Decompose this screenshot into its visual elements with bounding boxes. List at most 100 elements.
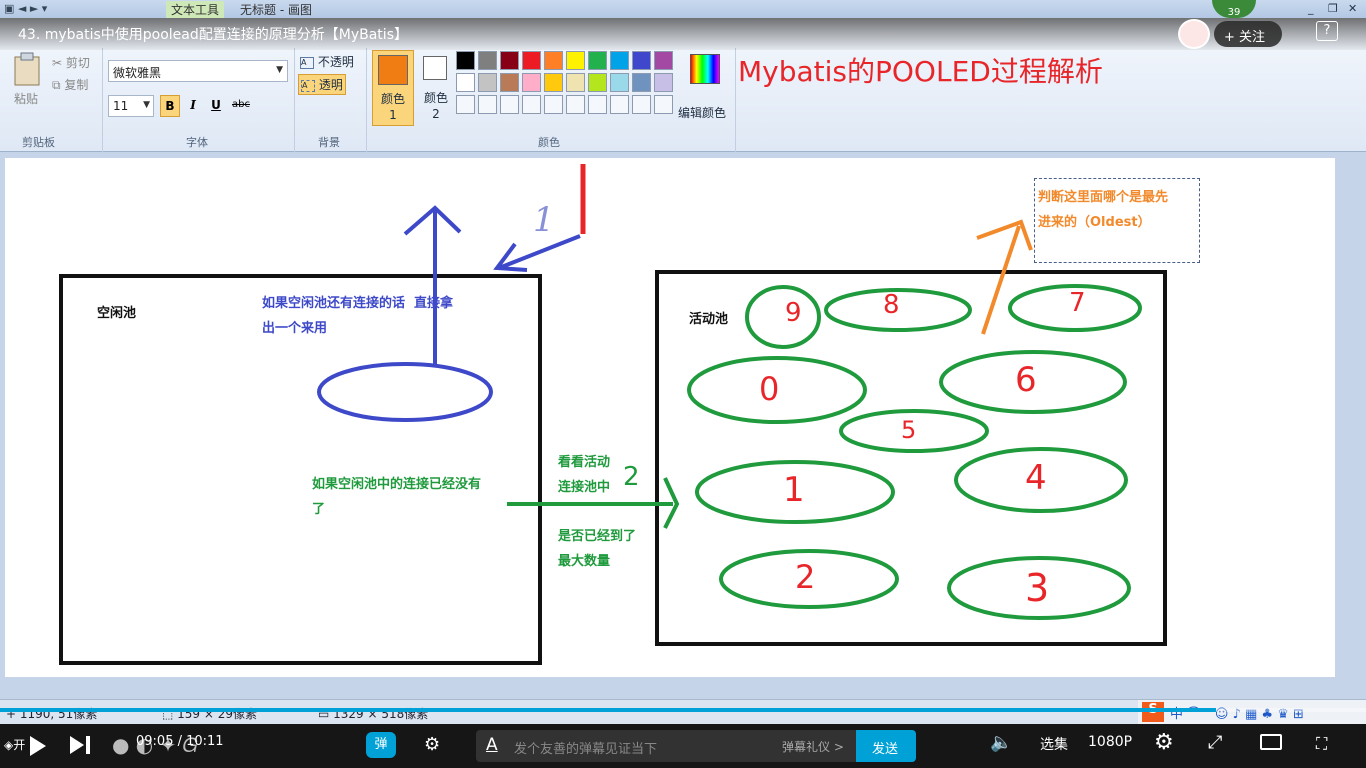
palette-swatch-empty[interactable] <box>632 95 651 114</box>
palette-swatch-empty[interactable] <box>566 95 585 114</box>
palette-swatch[interactable] <box>544 73 563 92</box>
scissors-icon: ✂ <box>52 56 66 70</box>
danmaku-input[interactable]: A 发个友善的弹幕见证当下 <box>476 730 774 762</box>
follow-button[interactable]: + 关注 <box>1214 21 1282 47</box>
palette-swatch[interactable] <box>610 51 629 70</box>
color1-button[interactable]: 颜色 1 <box>372 50 414 126</box>
step1-number: 1 <box>533 200 555 240</box>
palette-swatch[interactable] <box>654 51 673 70</box>
palette-swatch[interactable] <box>632 51 651 70</box>
canvas-workspace: 空闲池 如果空闲池还有连接的话 直接拿 出一个来用 如果空闲池中的连接已经没有 … <box>0 152 1366 699</box>
palette-swatch[interactable] <box>610 73 629 92</box>
font-size-select[interactable]: 11 ▼ <box>108 95 154 117</box>
palette-swatch[interactable] <box>588 51 607 70</box>
paint-title-bar: ▣ ◄ ► ▾ 文本工具 无标题 - 画图 <box>0 0 1366 18</box>
idle-up-arrow <box>403 205 462 364</box>
send-button[interactable]: 发送 <box>856 730 916 762</box>
colors-group-label: 颜色 <box>538 136 560 149</box>
palette-swatch-empty[interactable] <box>588 95 607 114</box>
help-icon[interactable]: ? <box>1316 21 1338 41</box>
episodes-button[interactable]: 选集 <box>1040 734 1068 754</box>
fullscreen-icon[interactable]: ⛶ <box>1316 734 1327 754</box>
player-title-bar: 43. mybatis中使用poolead配置连接的原理分析【MyBatis】 … <box>0 18 1366 50</box>
palette-swatch[interactable] <box>522 51 541 70</box>
font-family-value: 微软雅黑 <box>113 66 162 80</box>
copy-button[interactable]: ⧉ 复制 <box>52 76 88 93</box>
play-pause-icon[interactable] <box>30 736 46 756</box>
opaque-button[interactable]: A 不透明 <box>300 53 354 70</box>
palette-swatch[interactable] <box>544 51 563 70</box>
ime-tray-icons[interactable]: 中 ⌒ ° ☺ ♪ ▦ ♣ ♛ ⊞ <box>1170 703 1304 722</box>
palette-swatch[interactable] <box>478 73 497 92</box>
palette-swatch-empty[interactable] <box>456 95 475 114</box>
sogou-ime-icon[interactable]: S <box>1142 702 1164 722</box>
big-play-button[interactable] <box>1271 614 1329 666</box>
conn-label-3: 3 <box>1025 566 1050 610</box>
bold-button[interactable]: B <box>160 95 180 117</box>
next-icon[interactable] <box>70 736 84 754</box>
paste-button[interactable]: 粘贴 <box>8 50 46 108</box>
idle-connection-ellipse <box>317 362 493 422</box>
paste-label: 粘贴 <box>14 92 39 106</box>
palette-swatch[interactable] <box>566 51 585 70</box>
transparent-button[interactable]: A 透明 <box>298 74 346 95</box>
background-group-label: 背景 <box>318 136 340 149</box>
conn-label-5: 5 <box>901 416 917 444</box>
palette-swatch[interactable] <box>632 73 651 92</box>
tab-text-tools[interactable]: 文本工具 <box>166 1 224 18</box>
edit-colors-button[interactable]: 编辑颜色 <box>678 50 730 126</box>
minimize-icon[interactable]: _ <box>1308 2 1314 15</box>
color2-swatch <box>423 56 447 80</box>
qat-icons[interactable]: ▣ ◄ ► ▾ <box>4 2 47 15</box>
close-icon[interactable]: ✕ <box>1348 2 1357 15</box>
palette-swatch-empty[interactable] <box>522 95 541 114</box>
palette-swatch[interactable] <box>522 73 541 92</box>
quality-button[interactable]: 1080P <box>1088 734 1132 750</box>
volume-icon[interactable]: 🔈 <box>990 732 1012 753</box>
cut-label: 剪切 <box>65 56 90 70</box>
palette-swatch[interactable] <box>654 73 673 92</box>
palette-swatch-empty[interactable] <box>478 95 497 114</box>
start-button[interactable]: ◈开 <box>4 736 25 753</box>
cut-button[interactable]: ✂ 剪切 <box>52 54 90 71</box>
progress-bar[interactable] <box>0 708 1366 712</box>
conn-label-4: 4 <box>1025 458 1047 498</box>
palette-swatch[interactable] <box>500 51 519 70</box>
uploader-avatar[interactable] <box>1178 19 1210 49</box>
strikethrough-button[interactable]: abc <box>229 95 253 117</box>
palette-swatch-empty[interactable] <box>500 95 519 114</box>
palette-swatch[interactable] <box>478 51 497 70</box>
font-family-select[interactable]: 微软雅黑 ▼ <box>108 60 288 82</box>
palette-swatch[interactable] <box>456 73 475 92</box>
step1-arrow <box>493 234 581 272</box>
drawing-canvas[interactable]: 空闲池 如果空闲池还有连接的话 直接拿 出一个来用 如果空闲池中的连接已经没有 … <box>5 158 1335 677</box>
palette-swatch[interactable] <box>500 73 519 92</box>
palette-swatch-empty[interactable] <box>654 95 673 114</box>
underline-button[interactable]: U <box>206 95 226 117</box>
color2-button[interactable]: 颜色 2 <box>418 50 454 126</box>
orange-arrow <box>976 219 1033 335</box>
settings-gear-icon[interactable]: ⚙ <box>1154 730 1174 755</box>
palette-swatch-empty[interactable] <box>544 95 563 114</box>
progress-fill <box>0 708 1216 712</box>
palette-swatch[interactable] <box>566 73 585 92</box>
diagram-strokes <box>317 164 1142 620</box>
web-fullscreen-icon[interactable]: ⤢ <box>1208 732 1222 753</box>
picture-in-picture-icon[interactable] <box>1260 734 1282 750</box>
palette-swatch[interactable] <box>456 51 475 70</box>
italic-button[interactable]: I <box>183 95 203 117</box>
text-style-icon[interactable]: A <box>486 735 498 755</box>
transparent-label: 透明 <box>318 78 343 92</box>
palette-swatch-empty[interactable] <box>610 95 629 114</box>
window-controls[interactable]: _ ❐ ✕ <box>1300 0 1366 18</box>
danmaku-toggle[interactable]: 弹 <box>366 732 396 758</box>
transparent-icon: A <box>301 79 315 92</box>
follow-label: + 关注 <box>1224 30 1266 45</box>
active-connection-ellipses <box>687 284 1142 620</box>
clipboard-icon <box>14 52 40 86</box>
restore-icon[interactable]: ❐ <box>1328 2 1338 15</box>
danmaku-etiquette-link[interactable]: 弹幕礼仪 > <box>774 730 856 762</box>
palette-swatch[interactable] <box>588 73 607 92</box>
danmaku-settings-icon[interactable]: ⚙ <box>424 734 440 755</box>
step2-number: 2 <box>623 462 640 492</box>
